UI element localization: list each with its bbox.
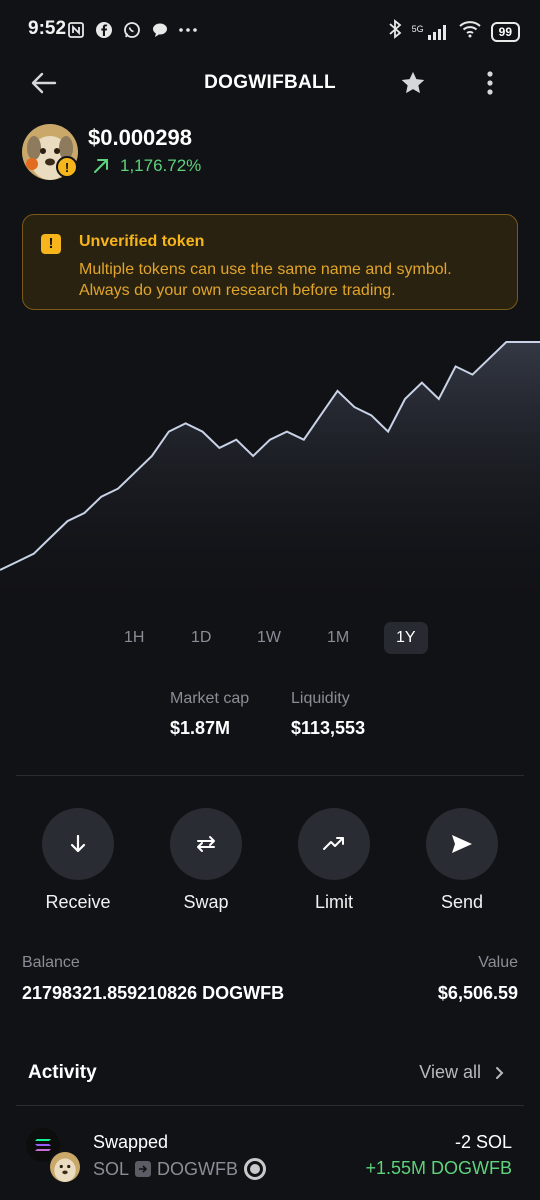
value-label: Value [478, 954, 518, 971]
receive-circle [42, 808, 114, 880]
more-options-button[interactable] [476, 66, 504, 100]
warning-icon: ! [41, 234, 61, 254]
status-bar: 9:52 5G 99 [0, 0, 540, 60]
token-price: $0.000298 [88, 125, 192, 150]
star-icon [401, 71, 425, 94]
price-chart[interactable] [0, 330, 540, 620]
bluetooth-icon [388, 19, 402, 44]
wifi-icon [458, 20, 481, 43]
send-button[interactable]: Send [412, 808, 512, 913]
warning-line-1: Multiple tokens can use the same name an… [79, 261, 452, 278]
swap-label: Swap [183, 892, 229, 912]
market-cap-label: Market cap [170, 690, 250, 707]
nfc-icon [66, 20, 86, 40]
swap-from-token: SOL [93, 1158, 130, 1179]
activity-title-text: Swapped [93, 1132, 169, 1152]
view-all-label: View all [419, 1062, 481, 1082]
whatsapp-icon [122, 20, 142, 40]
token-avatar: ! [22, 124, 78, 180]
price-change-percent: 1,176.72% [120, 156, 202, 175]
kebab-menu-icon [487, 71, 493, 95]
tab-1h[interactable]: 1H [112, 622, 156, 654]
liquidity-value: $113,553 [291, 718, 366, 738]
status-system-icons: 5G 99 [388, 19, 520, 44]
status-time: 9:52 [28, 18, 67, 39]
network-type: 5G [411, 23, 424, 34]
send-circle [426, 808, 498, 880]
price-change: 1,176.72% [92, 156, 201, 176]
warning-title: Unverified token [79, 233, 205, 250]
value-amount: $6,506.59 [437, 983, 518, 1003]
top-app-bar: DOGWIFBALL [0, 60, 540, 106]
tab-1y[interactable]: 1Y [384, 622, 428, 654]
balance-label: Balance [22, 954, 80, 971]
battery-indicator: 99 [490, 21, 520, 42]
favorite-button[interactable] [396, 66, 430, 100]
swap-arrows-icon [197, 836, 215, 852]
activity-title: Activity [28, 1062, 97, 1083]
divider [16, 1105, 524, 1106]
swap-button[interactable]: Swap [156, 808, 256, 913]
activity-pair: SOL DOGWFB [93, 1158, 267, 1180]
dog-token-icon [48, 1150, 82, 1184]
tab-1m[interactable]: 1M [315, 622, 361, 654]
limit-circle [298, 808, 370, 880]
activity-row-swap[interactable]: Swapped SOL DOGWFB -2 SOL +1.55M DOGWFB [0, 1112, 540, 1200]
unverified-token-warning: ! Unverified token Multiple tokens can u… [22, 214, 518, 310]
balance-value: 21798321.859210826 DOGWFB [22, 983, 285, 1003]
page-title: DOGWIFBALL [204, 72, 336, 93]
limit-button[interactable]: Limit [284, 808, 384, 913]
chart-area-fill [0, 342, 540, 620]
liquidity-label: Liquidity [291, 690, 350, 707]
receive-button[interactable]: Receive [28, 808, 128, 913]
more-notifications-icon [178, 20, 198, 40]
time-range-tabs: 1H 1D 1W 1M 1Y [0, 622, 540, 656]
send-label: Send [440, 892, 484, 912]
amount-in: +1.55M DOGWFB [365, 1158, 512, 1178]
amount-out: -2 SOL [454, 1132, 512, 1152]
chevron-right-icon [496, 1066, 504, 1079]
chat-bubble-icon [150, 20, 170, 40]
trending-up-icon [323, 837, 344, 850]
send-paper-plane-icon [452, 835, 472, 853]
arrow-right-icon [135, 1161, 152, 1177]
status-notification-icons [66, 20, 198, 40]
tab-1d[interactable]: 1D [179, 622, 223, 654]
trend-up-arrow-icon [94, 159, 108, 173]
signal-icon: 5G [412, 24, 449, 40]
limit-label: Limit [314, 892, 353, 912]
receive-label: Receive [45, 892, 111, 912]
unverified-badge-icon: ! [56, 156, 78, 178]
warning-message: Multiple tokens can use the same name an… [79, 259, 509, 301]
facebook-icon [94, 20, 114, 40]
swap-circle [170, 808, 242, 880]
record-indicator-icon [244, 1158, 267, 1180]
swap-to-token: DOGWFB [157, 1158, 239, 1179]
arrow-down-icon [70, 834, 86, 853]
divider [16, 775, 524, 776]
view-all-link[interactable]: View all [419, 1062, 504, 1083]
market-cap-value: $1.87M [170, 718, 231, 738]
tab-1w[interactable]: 1W [245, 622, 293, 654]
warning-line-2: Always do your own research before tradi… [79, 282, 396, 299]
